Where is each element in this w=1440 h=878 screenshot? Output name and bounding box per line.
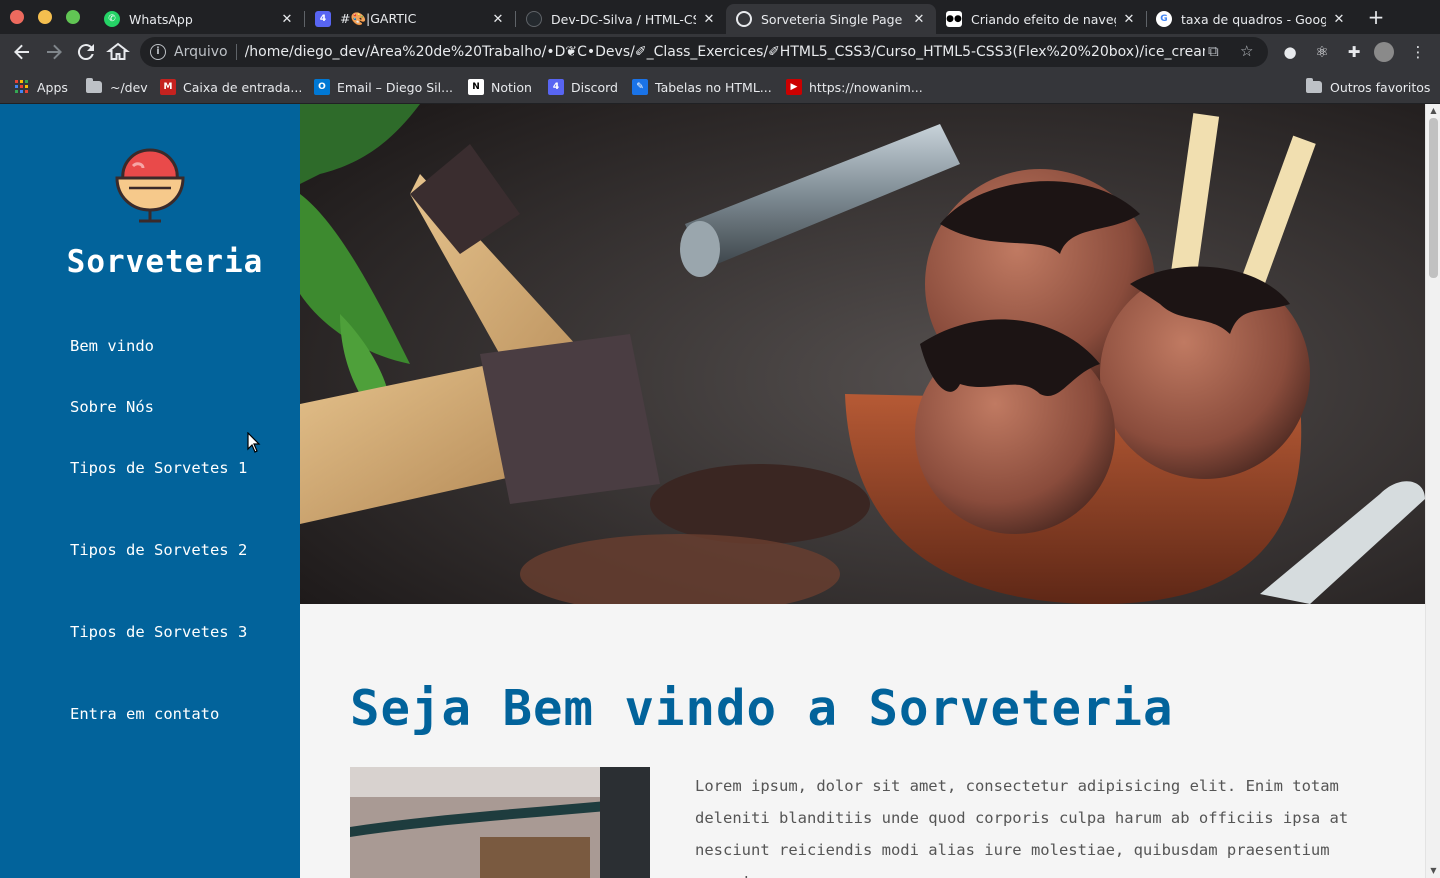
welcome-paragraph: Lorem ipsum, dolor sit amet, consectetur…	[695, 777, 1349, 878]
close-tab-button[interactable]: ✕	[1122, 12, 1136, 27]
close-tab-button[interactable]: ✕	[1332, 12, 1346, 27]
tab-whatsapp[interactable]: ✆ WhatsApp ✕	[94, 4, 304, 34]
maximize-window-button[interactable]	[66, 10, 80, 24]
github-icon	[526, 11, 542, 27]
folder-icon	[86, 78, 102, 93]
scrollbar-thumb[interactable]	[1429, 118, 1438, 278]
nav-link-tipos-1[interactable]: Tipos de Sorvetes 1	[70, 458, 250, 479]
gmail-icon: M	[160, 79, 176, 95]
tab-strip: ✆ WhatsApp ✕ 4 #🎨|GARTIC ✕ Dev-DC-Silva …	[0, 0, 1440, 34]
globe-icon	[736, 11, 752, 27]
tab-google[interactable]: G taxa de quadros - Google ✕	[1146, 4, 1356, 34]
bookmark-other-folder[interactable]: Outros favoritos	[1306, 78, 1430, 96]
arrow-right-icon	[47, 44, 62, 60]
url-text[interactable]: /home/diego_dev/Área%20de%20Trabalho/•D❦…	[245, 44, 1205, 60]
medium-icon: ●●	[946, 11, 962, 27]
discord-icon: 4	[548, 79, 564, 95]
nav-link-tipos-2[interactable]: Tipos de Sorvetes 2	[70, 540, 250, 561]
tab-sorveteria[interactable]: Sorveteria Single Page ✕	[726, 4, 936, 34]
mouse-cursor-icon	[247, 432, 261, 453]
discord-notification-icon: 4	[315, 11, 331, 27]
close-tab-button[interactable]: ✕	[280, 12, 294, 27]
new-tab-button[interactable]: +	[1366, 7, 1386, 27]
page-scrollbar[interactable]: ▲ ▼	[1425, 104, 1440, 878]
back-button[interactable]	[10, 40, 34, 64]
reload-icon	[77, 44, 94, 61]
nav-link-sobre-nos[interactable]: Sobre Nós	[70, 397, 250, 418]
forward-button[interactable]	[42, 40, 66, 64]
apps-grid-icon	[14, 79, 30, 95]
youtube-icon: ▶	[786, 79, 802, 95]
close-tab-button[interactable]: ✕	[702, 12, 716, 27]
folder-icon	[1306, 78, 1322, 93]
home-button[interactable]	[106, 40, 130, 64]
tab-github[interactable]: Dev-DC-Silva / HTML-CSS ✕	[516, 4, 726, 34]
notion-icon: N	[468, 79, 484, 95]
reload-button[interactable]	[74, 40, 98, 64]
bookmark-tabelas[interactable]: ✎ Tabelas no HTML...	[632, 78, 772, 96]
more-menu-icon[interactable]: ⋮	[1408, 42, 1428, 62]
home-icon	[106, 42, 130, 60]
translate-icon[interactable]: ⧉	[1208, 42, 1219, 60]
star-icon[interactable]: ☆	[1240, 42, 1253, 60]
browser-toolbar: i Arquivo /home/diego_dev/Área%20de%20Tr…	[0, 34, 1440, 70]
protocol-label: Arquivo	[174, 44, 228, 60]
close-tab-button[interactable]: ✕	[912, 12, 926, 27]
close-window-button[interactable]	[10, 10, 24, 24]
profile-avatar[interactable]	[1374, 42, 1394, 62]
scroll-up-arrow[interactable]: ▲	[1426, 104, 1440, 118]
ice-cream-logo-icon[interactable]	[113, 140, 187, 224]
react-devtools-icon[interactable]: ⚛	[1312, 42, 1332, 62]
nav-link-bem-vindo[interactable]: Bem vindo	[70, 336, 250, 357]
tab-gartic[interactable]: 4 #🎨|GARTIC ✕	[305, 4, 515, 34]
extensions-puzzle-icon[interactable]: ✚	[1344, 42, 1364, 62]
bookmark-site-icon: ✎	[632, 79, 648, 95]
chocolate-ice-cream-photo	[300, 104, 1425, 604]
bookmark-outlook[interactable]: O Email – Diego Sil...	[314, 78, 453, 96]
welcome-section: Seja Bem vindo a Sorveteria Lorem ipsum,…	[300, 604, 1425, 878]
page-title: Seja Bem vindo a Sorveteria	[350, 680, 1174, 737]
shop-photo	[350, 767, 650, 878]
bookmark-gmail[interactable]: M Caixa de entrada...	[160, 78, 302, 96]
nav-link-tipos-3[interactable]: Tipos de Sorvetes 3	[70, 622, 250, 643]
minimize-window-button[interactable]	[38, 10, 52, 24]
bookmarks-bar: Apps ~/dev M Caixa de entrada... O Email…	[0, 70, 1440, 104]
scroll-down-arrow[interactable]: ▼	[1426, 864, 1440, 878]
google-icon: G	[1156, 11, 1172, 27]
extension-shield-icon[interactable]: ●	[1280, 42, 1300, 62]
info-icon[interactable]: i	[150, 44, 166, 60]
bookmark-nowanim[interactable]: ▶ https://nowanim...	[786, 78, 923, 96]
tab-medium[interactable]: ●● Criando efeito de navega ✕	[936, 4, 1146, 34]
outlook-icon: O	[314, 79, 330, 95]
address-bar[interactable]: i Arquivo /home/diego_dev/Área%20de%20Tr…	[140, 37, 1268, 67]
brand-title[interactable]: Sorveteria	[0, 244, 330, 280]
hero-image	[300, 104, 1425, 604]
arrow-left-icon	[14, 44, 29, 60]
bookmark-notion[interactable]: N Notion	[468, 78, 532, 96]
bookmark-discord[interactable]: 4 Discord	[548, 78, 618, 96]
sidebar: Sorveteria Bem vindo Sobre Nós Tipos de …	[0, 104, 300, 878]
whatsapp-icon: ✆	[104, 11, 120, 27]
nav-link-contato[interactable]: Entra em contato	[70, 704, 250, 725]
bookmark-dev-folder[interactable]: ~/dev	[86, 78, 148, 96]
close-tab-button[interactable]: ✕	[491, 12, 505, 27]
bookmark-apps[interactable]: Apps	[14, 78, 68, 96]
page-viewport: Sorveteria Bem vindo Sobre Nós Tipos de …	[0, 104, 1440, 878]
